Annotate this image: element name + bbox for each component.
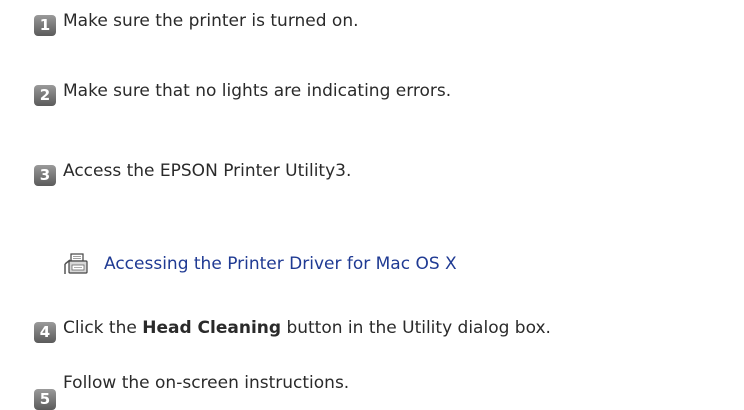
step-5: 5 Follow the on-screen instructions. — [0, 370, 744, 410]
step-text: Make sure the printer is turned on. — [63, 11, 359, 31]
step-text: Click the Head Cleaning button in the Ut… — [63, 317, 551, 339]
step-3: 3 Access the EPSON Printer Utility3. — [0, 158, 744, 198]
step-number-badge: 3 — [34, 165, 56, 186]
printer-driver-icon — [64, 253, 88, 274]
step-number-badge: 1 — [34, 15, 56, 36]
step-text: Access the EPSON Printer Utility3. — [63, 161, 352, 181]
head-cleaning-label: Head Cleaning — [142, 318, 282, 338]
printer-driver-link-row: Accessing the Printer Driver for Mac OS … — [0, 250, 744, 280]
step-text: Make sure that no lights are indicating … — [63, 81, 452, 101]
step-text: Follow the on-screen instructions. — [63, 373, 350, 393]
printer-driver-link[interactable]: Accessing the Printer Driver for Mac OS … — [104, 253, 457, 275]
step-4: 4 Click the Head Cleaning button in the … — [0, 315, 744, 355]
step-2: 2 Make sure that no lights are indicatin… — [0, 78, 744, 118]
step-number-badge: 2 — [34, 85, 56, 106]
step-number-badge: 5 — [34, 389, 56, 410]
step-text-part: Click the — [63, 318, 143, 338]
step-text-part: button in the Utility dialog box. — [281, 318, 551, 338]
step-number-badge: 4 — [34, 322, 56, 343]
step-1: 1 Make sure the printer is turned on. — [0, 8, 744, 48]
